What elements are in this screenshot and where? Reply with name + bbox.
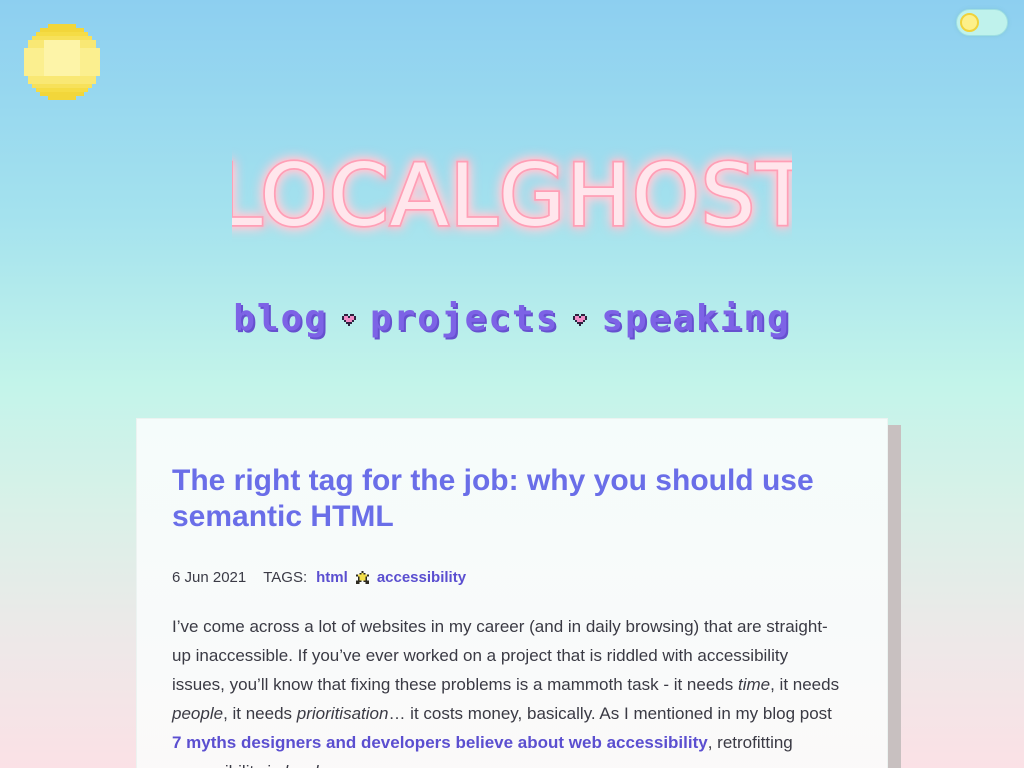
logo-text: LOCALGHOST [232,146,792,246]
intro-text: , it needs [770,675,840,694]
intro-text: … it costs money, basically. As I mentio… [388,704,832,723]
intro-emphasis: time [737,675,771,694]
intro-text: , it needs [223,704,297,723]
tag-html[interactable]: html [316,569,348,586]
theme-toggle-knob [960,13,979,32]
nav-blog[interactable]: blog [233,298,328,339]
tags-label: TAGS: [263,569,308,586]
heart-icon [341,313,356,326]
site-logo[interactable]: LOCALGHOST [0,128,1024,248]
nav-projects[interactable]: projects [370,298,559,339]
main-nav: blog projects speaking [0,298,1024,339]
tag-accessibility[interactable]: accessibility [377,569,466,586]
intro-emphasis: people [172,704,224,723]
article-intro: I’ve come across a lot of websites in my… [172,612,842,768]
article-date: 6 Jun 2021 [172,569,247,586]
intro-emphasis: prioritisation [296,704,389,723]
article-meta: 6 Jun 2021 TAGS: html accessibility [172,569,852,586]
article-title[interactable]: The right tag for the job: why you shoul… [172,463,842,535]
star-icon [355,571,369,584]
nav-speaking[interactable]: speaking [601,298,790,339]
theme-toggle[interactable] [956,9,1008,36]
intro-emphasis: hard [284,762,318,768]
heart-icon [573,313,588,326]
intro-text: . [318,762,323,768]
sun-icon [24,24,100,100]
intro-text: I’ve come across a lot of websites in my… [172,617,828,694]
myths-post-link[interactable]: 7 myths designers and developers believe… [172,733,708,752]
article-card: The right tag for the job: why you shoul… [136,418,888,768]
